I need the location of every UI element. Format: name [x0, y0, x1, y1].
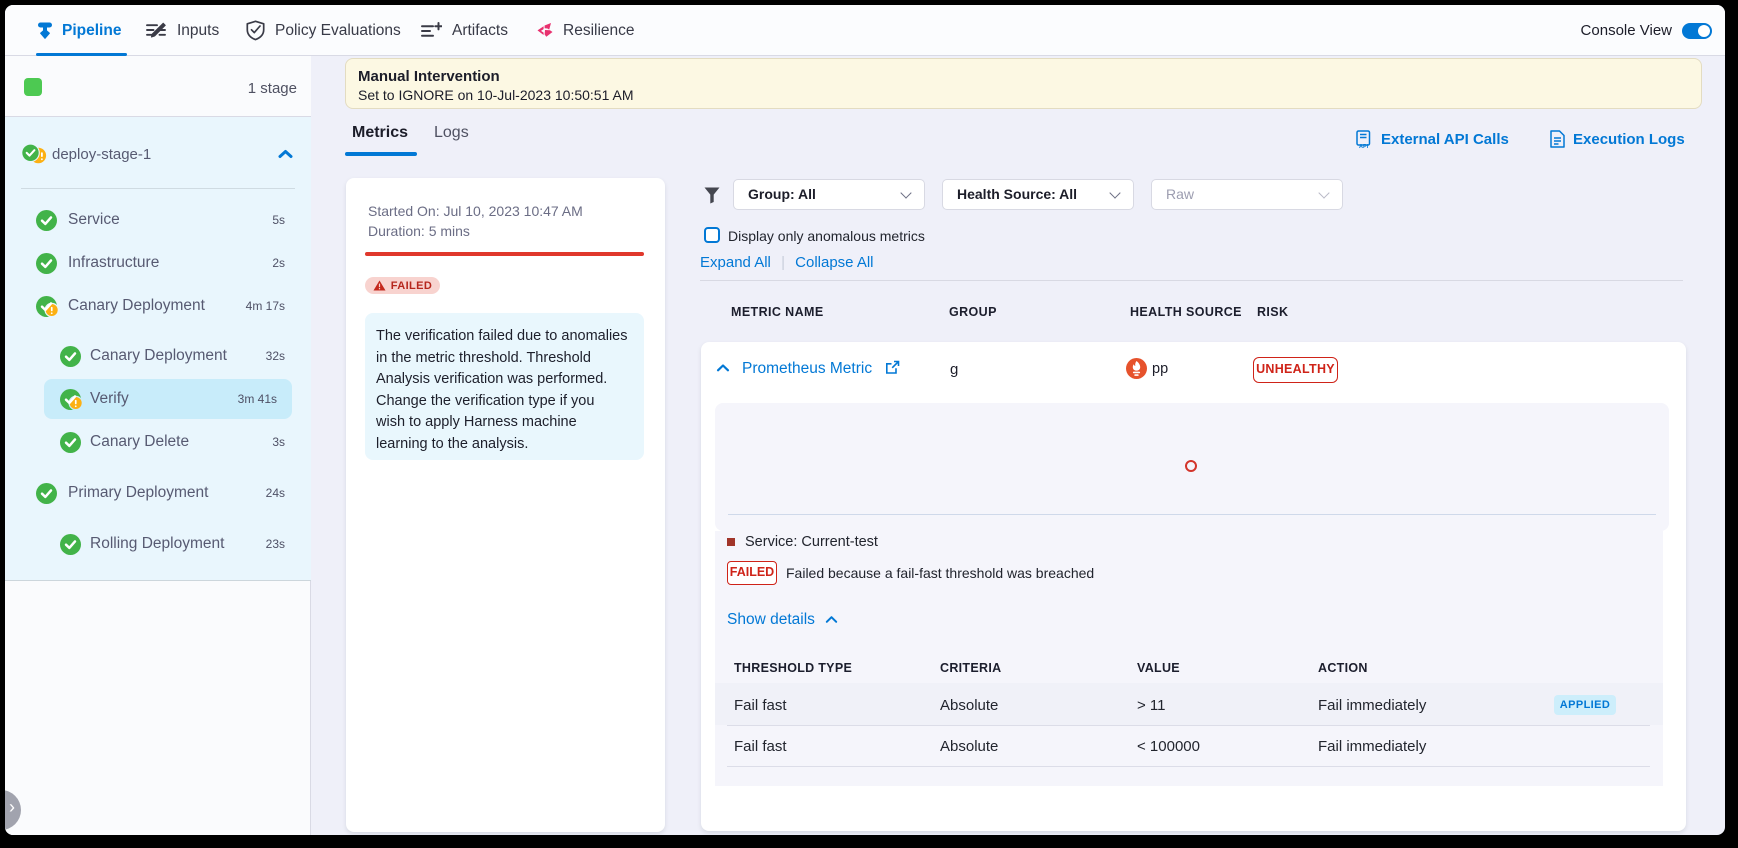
svg-text:API: API [1359, 144, 1369, 149]
